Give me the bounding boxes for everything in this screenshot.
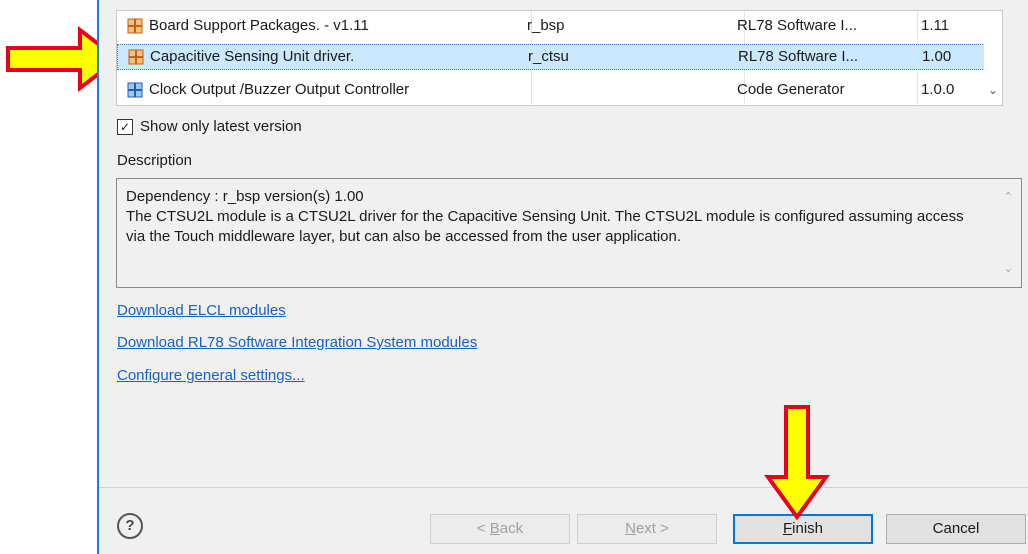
description-text: The CTSU2L module is a CTSU2L driver for… (126, 208, 964, 245)
latest-version-label: Show only latest version (140, 118, 302, 135)
row-name: Capacitive Sensing Unit driver. (150, 48, 355, 65)
row-version: 1.00 (922, 48, 952, 65)
cancel-button[interactable]: Cancel (886, 514, 1026, 544)
row-type: Code Generator (737, 81, 845, 98)
table-row[interactable]: Clock Output /Buzzer Output Controller C… (117, 77, 985, 103)
next-button[interactable]: Next > (577, 514, 717, 544)
row-type: RL78 Software I... (738, 48, 859, 65)
download-rl78-link[interactable]: Download RL78 Software Integration Syste… (117, 334, 477, 351)
chevron-down-icon[interactable]: ⌄ (988, 83, 998, 97)
scroll-up-icon[interactable]: ⌃ (1004, 187, 1013, 207)
dialog-window: Board Support Packages. - v1.11 r_bsp RL… (97, 0, 1028, 554)
row-id: r_bsp (527, 17, 565, 34)
latest-version-checkbox[interactable]: ✓ (117, 118, 133, 135)
table-scrollbar[interactable]: ⌄ (984, 11, 1002, 105)
back-button[interactable]: < Back (430, 514, 570, 544)
description-box[interactable]: Dependency : r_bsp version(s) 1.00 The C… (116, 178, 1022, 288)
row-name: Board Support Packages. - v1.11 (149, 17, 369, 34)
row-id (527, 77, 727, 103)
description-dependency: Dependency : r_bsp version(s) 1.00 (126, 188, 364, 205)
configure-settings-link[interactable]: Configure general settings... (117, 367, 305, 384)
scroll-down-icon[interactable]: ⌄ (1004, 259, 1013, 279)
annotation-arrow-down-icon (764, 405, 830, 521)
checkmark-icon: ✓ (119, 119, 131, 134)
row-version: 1.11 (921, 17, 950, 34)
help-icon[interactable]: ? (117, 513, 143, 539)
grid-orange-icon (127, 18, 143, 34)
grid-orange-icon (128, 49, 144, 65)
module-table: Board Support Packages. - v1.11 r_bsp RL… (116, 10, 1003, 107)
latest-version-option[interactable]: ✓ Show only latest version (117, 118, 302, 135)
row-type: RL78 Software I... (737, 17, 858, 34)
table-row-selected[interactable]: Capacitive Sensing Unit driver. r_ctsu R… (117, 44, 985, 70)
grid-blue-icon (127, 82, 143, 98)
table-row[interactable]: Board Support Packages. - v1.11 r_bsp RL… (117, 13, 985, 39)
footer-divider (99, 487, 1028, 488)
description-label: Description (117, 152, 193, 169)
download-elcl-link[interactable]: Download ELCL modules (117, 302, 286, 319)
row-name: Clock Output /Buzzer Output Controller (149, 81, 410, 98)
row-version: 1.0.0 (921, 81, 955, 98)
row-id: r_ctsu (528, 48, 569, 65)
